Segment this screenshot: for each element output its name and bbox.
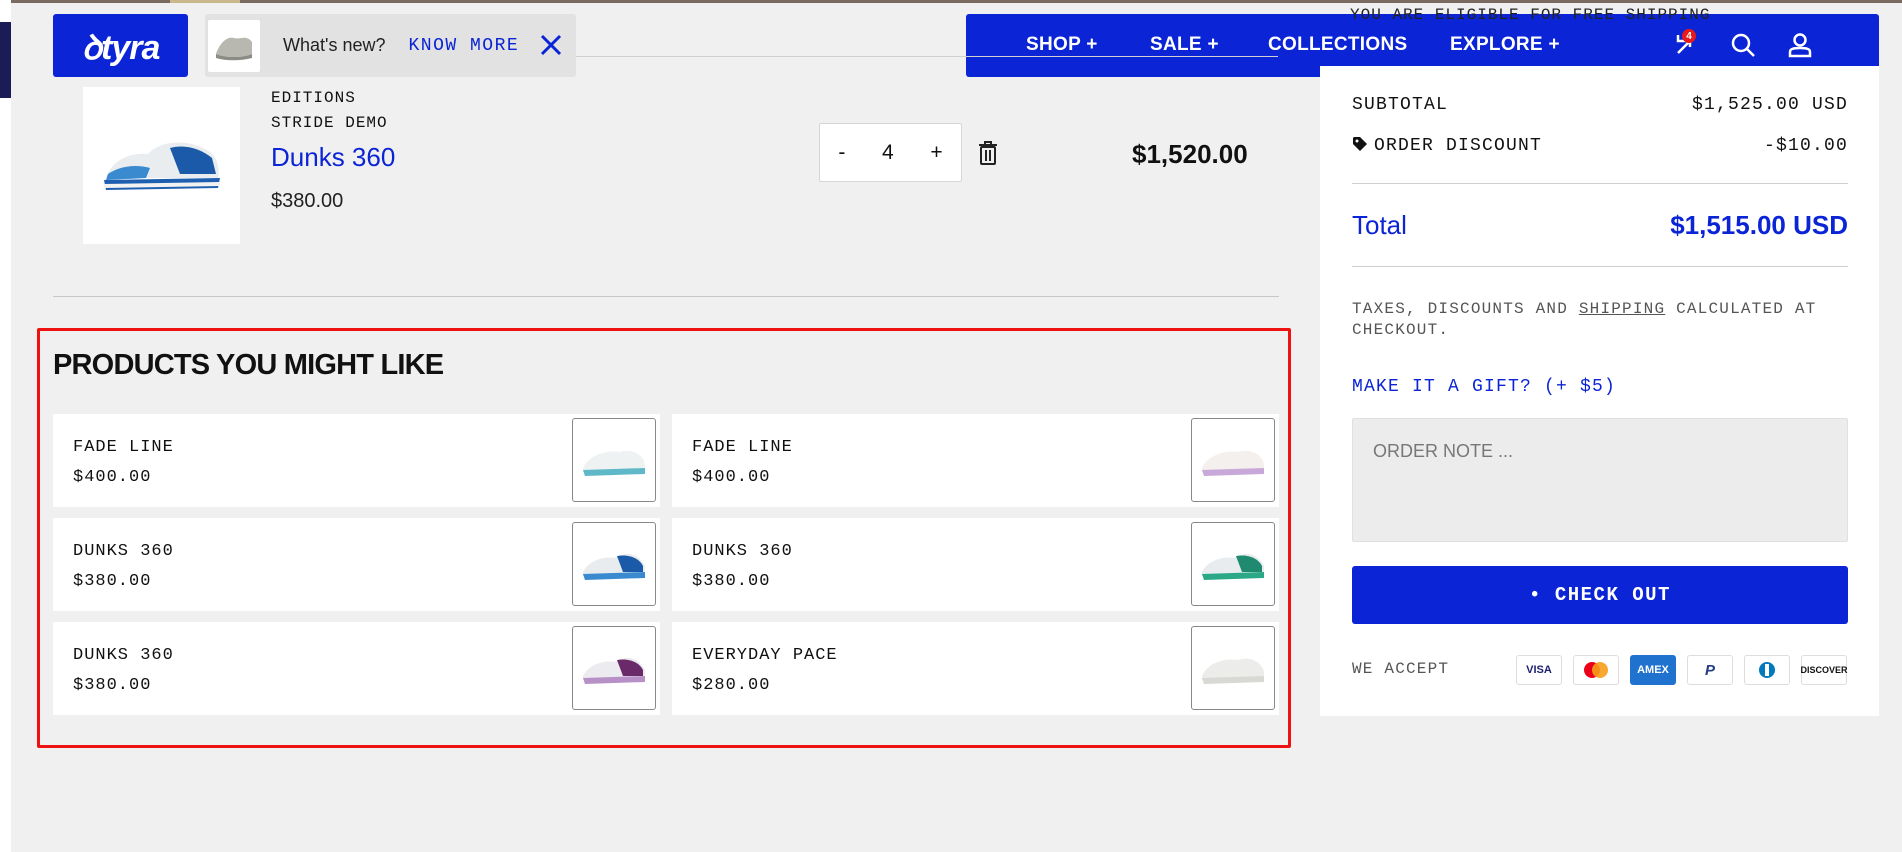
total-label: Total xyxy=(1352,210,1407,240)
rec-image[interactable] xyxy=(572,626,656,710)
tag-icon xyxy=(1353,137,1367,151)
rec-image[interactable] xyxy=(1191,626,1275,710)
discount-label-wrap: ORDER DISCOUNT xyxy=(1352,136,1542,156)
rec-price: $380.00 xyxy=(73,676,152,695)
discover-icon: DISCOVER xyxy=(1800,655,1848,685)
rec-image[interactable] xyxy=(1191,418,1275,502)
product-image[interactable] xyxy=(83,87,240,244)
amex-icon: AMEX xyxy=(1630,655,1676,685)
order-note-field[interactable]: ORDER NOTE ... xyxy=(1352,418,1848,542)
recommendation-card[interactable]: DUNKS 360 $380.00 xyxy=(672,518,1279,611)
whats-new-banner: What's new? KNOW MORE xyxy=(205,14,576,77)
subtotal-value: $1,525.00 USD xyxy=(1691,95,1848,115)
rec-price: $400.00 xyxy=(692,468,771,487)
tax-note: TAXES, DISCOUNTS AND SHIPPING CALCULATED… xyxy=(1352,299,1848,341)
brand-logo[interactable]: ꝺtyra xyxy=(53,14,188,77)
increase-button[interactable]: + xyxy=(930,141,942,165)
recommendation-card[interactable]: DUNKS 360 $380.00 xyxy=(53,622,660,715)
divider xyxy=(53,296,1279,297)
recommendations-title: PRODUCTS YOU MIGHT LIKE xyxy=(53,349,444,381)
rec-name: EVERYDAY PACE xyxy=(692,646,838,665)
total-row: Total $1,515.00 USD xyxy=(1352,210,1848,241)
sneaker-thumbnail xyxy=(208,19,260,72)
checkout-button[interactable]: • CHECK OUT xyxy=(1352,566,1848,624)
recommendation-card[interactable]: EVERYDAY PACE $280.00 xyxy=(672,622,1279,715)
rec-price: $380.00 xyxy=(692,572,771,591)
amex-text: AMEX xyxy=(1637,664,1669,676)
decrease-button[interactable]: - xyxy=(838,141,845,165)
rec-price: $400.00 xyxy=(73,468,152,487)
recommendation-card[interactable]: FADE LINE $400.00 xyxy=(672,414,1279,507)
rec-image[interactable] xyxy=(572,522,656,606)
paypal-icon: P xyxy=(1687,655,1733,685)
rec-image[interactable] xyxy=(1191,522,1275,606)
quantity-value[interactable]: 4 xyxy=(882,141,894,165)
discount-label: ORDER DISCOUNT xyxy=(1374,136,1543,156)
know-more-link[interactable]: KNOW MORE xyxy=(408,36,519,56)
recommendation-card[interactable]: DUNKS 360 $380.00 xyxy=(53,518,660,611)
top-border xyxy=(0,0,1902,3)
search-icon[interactable] xyxy=(1729,31,1757,59)
total-value: $1,515.00 USD xyxy=(1670,210,1848,240)
rec-price: $280.00 xyxy=(692,676,771,695)
recommendation-card[interactable]: FADE LINE $400.00 xyxy=(53,414,660,507)
mastercard-icon xyxy=(1573,655,1619,685)
account-icon[interactable] xyxy=(1786,31,1814,59)
quantity-stepper: - 4 + xyxy=(819,123,962,182)
whats-new-text: What's new? xyxy=(283,35,386,55)
divider xyxy=(576,56,1278,57)
close-icon[interactable] xyxy=(538,32,564,58)
subtotal-label: SUBTOTAL xyxy=(1352,95,1449,115)
product-title-link[interactable]: Dunks 360 xyxy=(271,142,395,173)
trash-icon[interactable] xyxy=(978,140,998,166)
product-vendor: EDITIONS xyxy=(271,89,356,107)
divider xyxy=(1352,183,1848,184)
paypal-text: P xyxy=(1704,661,1715,679)
rec-name: FADE LINE xyxy=(692,438,793,457)
we-accept-label: WE ACCEPT xyxy=(1352,660,1450,678)
line-price: $1,520.00 xyxy=(1132,139,1248,169)
product-variant: STRIDE DEMO xyxy=(271,114,388,132)
rec-price: $380.00 xyxy=(73,572,152,591)
diners-icon xyxy=(1744,655,1790,685)
rec-name: FADE LINE xyxy=(73,438,174,457)
nav-explore[interactable]: EXPLORE + xyxy=(1450,34,1560,56)
shipping-eligibility-text: YOU ARE ELIGIBLE FOR FREE SHIPPING xyxy=(1350,6,1711,24)
rec-name: DUNKS 360 xyxy=(73,646,174,665)
order-note-placeholder: ORDER NOTE ... xyxy=(1373,441,1514,461)
page-edge xyxy=(0,0,11,852)
rec-name: DUNKS 360 xyxy=(692,542,793,561)
tax-text: TAXES, DISCOUNTS AND xyxy=(1352,300,1579,318)
cart-count-badge: 4 xyxy=(1682,29,1696,43)
nav-shop[interactable]: SHOP + xyxy=(1026,34,1098,56)
discover-text: DISCOVER xyxy=(1800,665,1848,675)
gift-toggle[interactable]: MAKE IT A GIFT? (+ $5) xyxy=(1352,377,1616,397)
divider xyxy=(1352,266,1848,267)
unit-price: $380.00 xyxy=(271,190,344,212)
visa-text: VISA xyxy=(1526,664,1552,676)
shipping-link[interactable]: SHIPPING xyxy=(1579,300,1665,318)
rec-name: DUNKS 360 xyxy=(73,542,174,561)
discount-value: -$10.00 xyxy=(1763,136,1848,156)
nav-collections[interactable]: COLLECTIONS xyxy=(1268,34,1407,56)
rec-image[interactable] xyxy=(572,418,656,502)
visa-icon: VISA xyxy=(1516,655,1562,685)
subtotal-row: SUBTOTAL $1,525.00 USD xyxy=(1352,95,1848,115)
discount-row: ORDER DISCOUNT -$10.00 xyxy=(1352,136,1848,156)
nav-sale[interactable]: SALE + xyxy=(1150,34,1219,56)
